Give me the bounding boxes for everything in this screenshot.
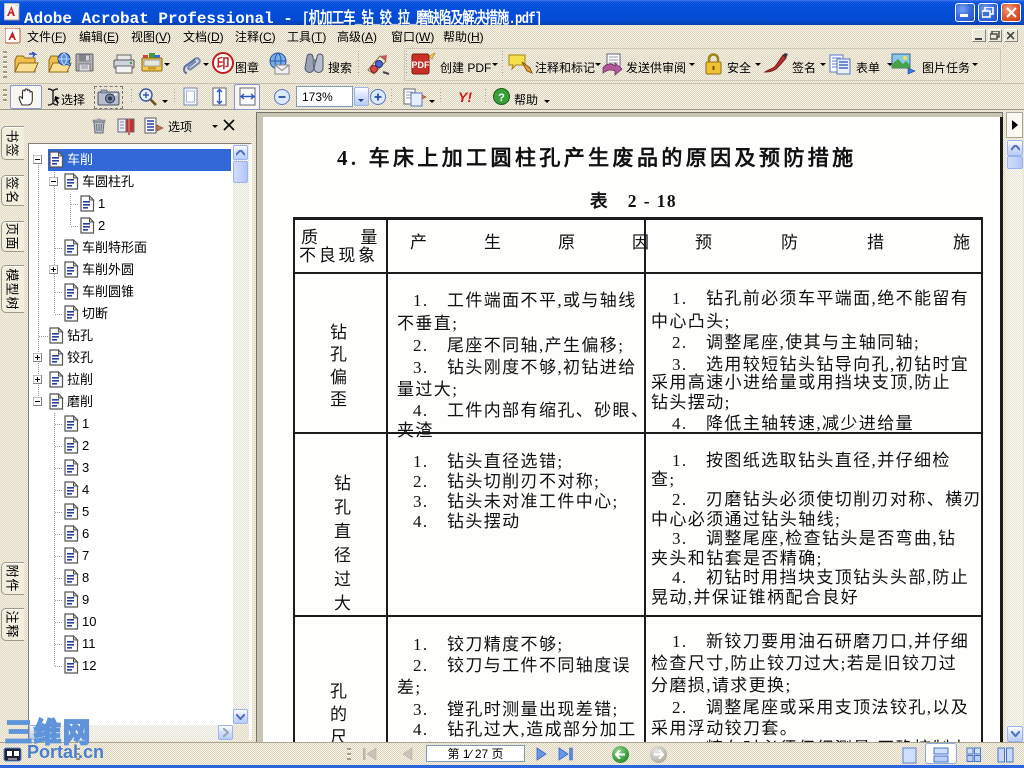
svg-text:?: ? xyxy=(498,92,505,104)
svg-text:PDF: PDF xyxy=(412,60,431,70)
svg-text:印: 印 xyxy=(216,56,229,71)
